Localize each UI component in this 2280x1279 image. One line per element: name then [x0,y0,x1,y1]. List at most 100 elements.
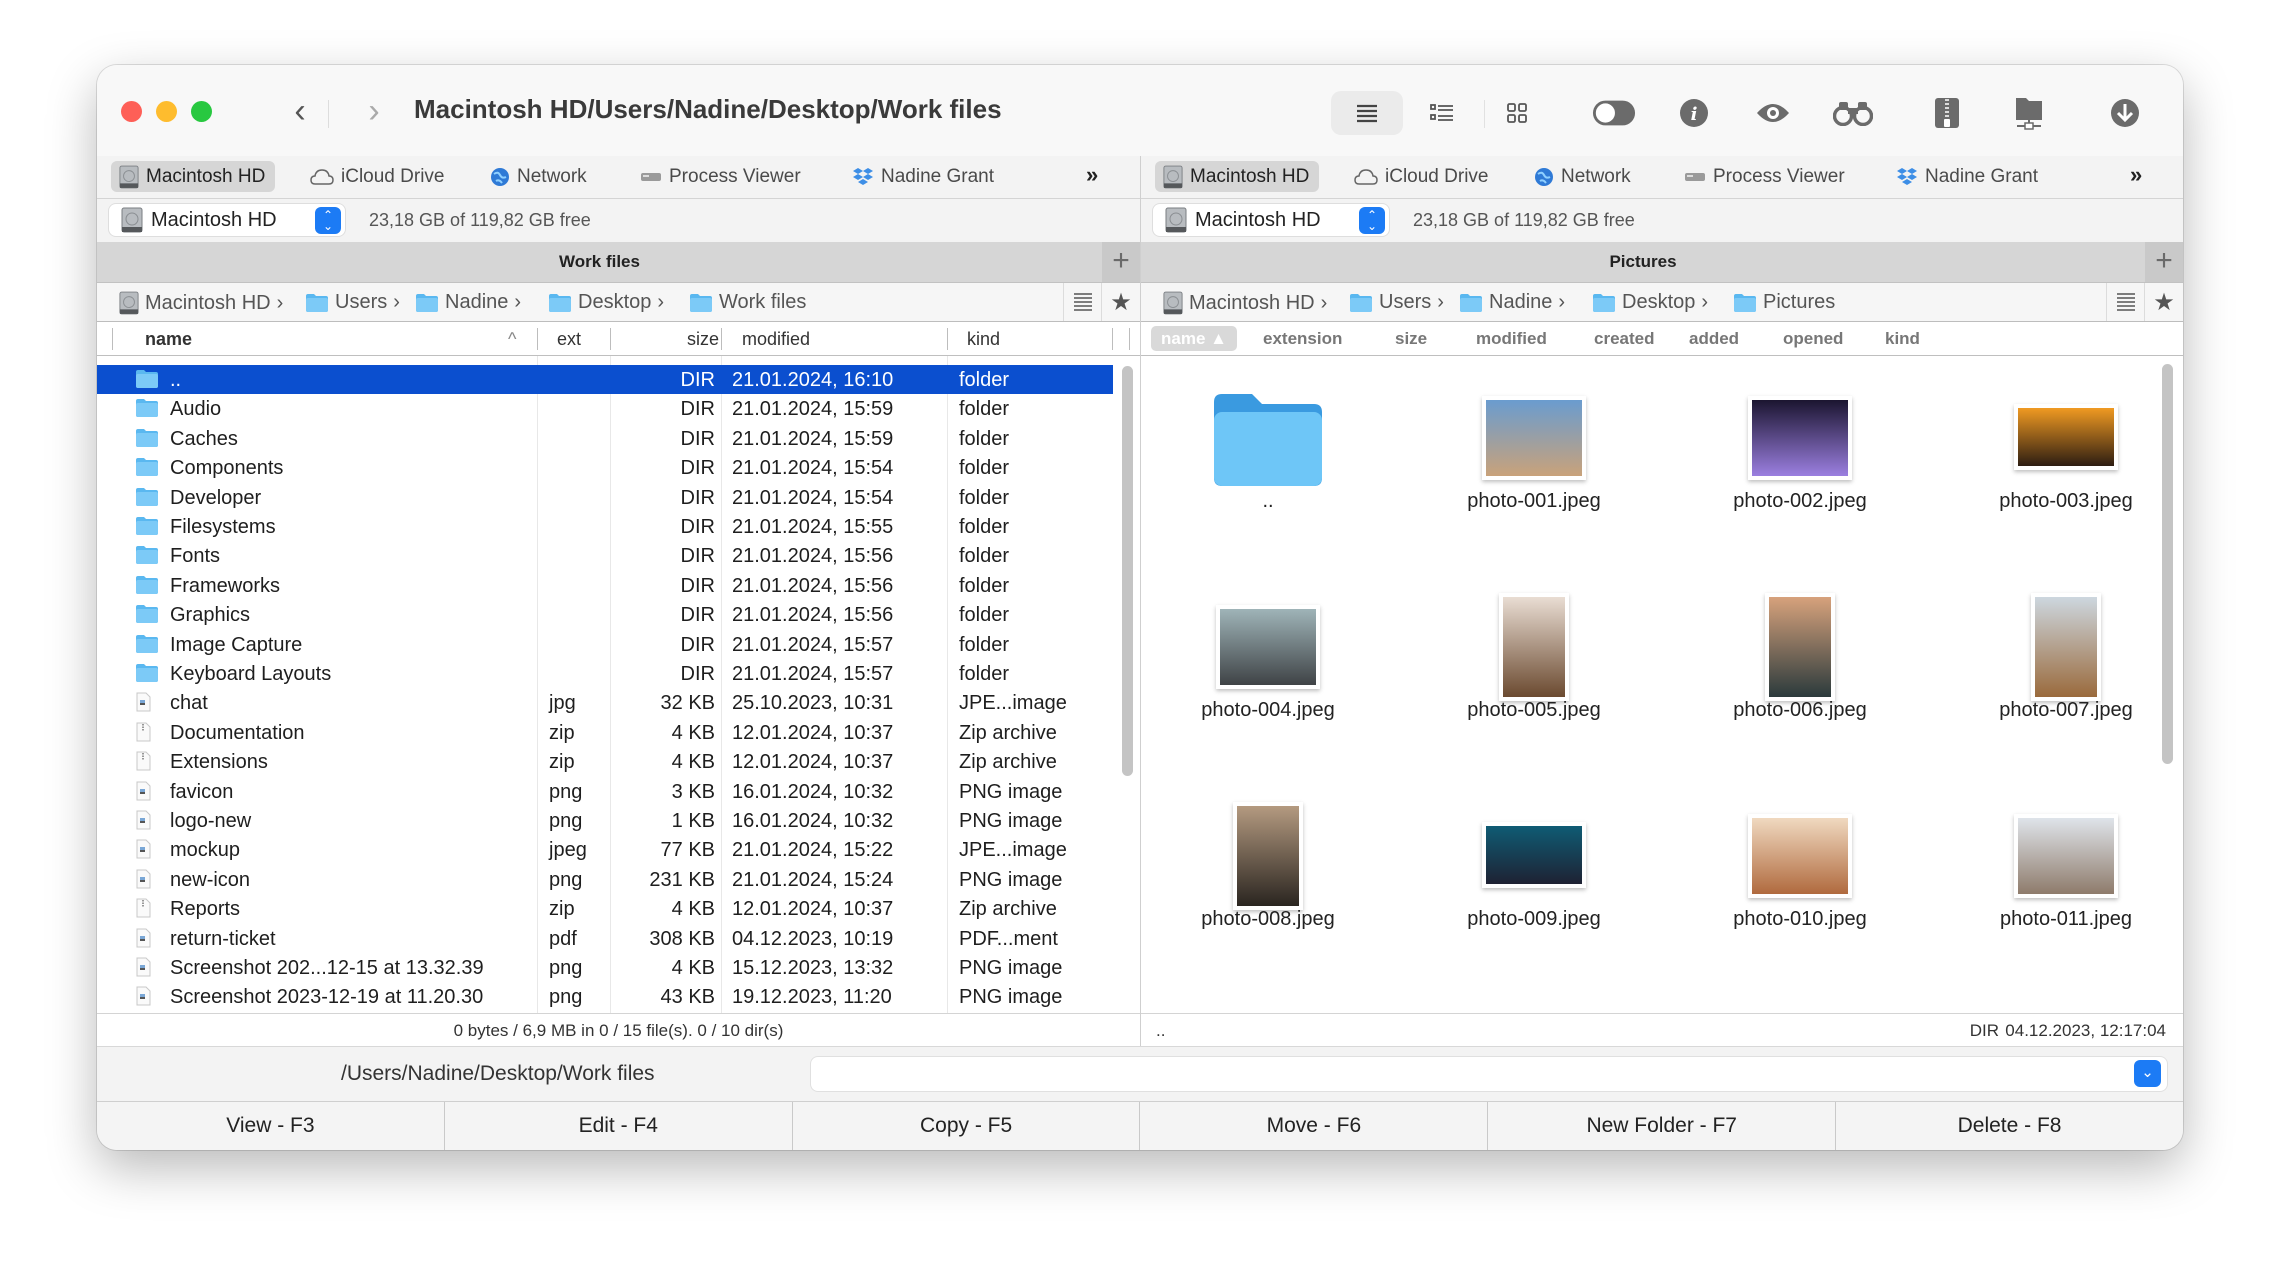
file-row[interactable]: Developer DIR 21.01.2024, 15:54 folder [97,483,1113,512]
breadcrumb-item[interactable]: Pictures [1733,291,1835,314]
column-name[interactable]: name [145,329,192,350]
panel-divider[interactable] [1140,156,1141,1046]
file-row[interactable]: logo-new png 1 KB 16.01.2024, 10:32 PNG imag… [97,806,1113,835]
file-row[interactable]: new-icon png 231 KB 21.01.2024, 15:24 PNG im… [97,865,1113,894]
add-tab-button[interactable]: + [2145,242,2183,282]
sort-column-added[interactable]: added [1689,329,1739,349]
file-row[interactable]: Fonts DIR 21.01.2024, 15:56 folder [97,541,1113,570]
history-button[interactable] [1063,283,1102,321]
more-tabs-button[interactable]: » [2130,162,2142,188]
fkey-new-folder-button[interactable]: New Folder - F7 [1488,1102,1837,1150]
drive-stepper[interactable]: ⌃ ⌄ [1359,207,1385,234]
favorite-tab-process-viewer[interactable]: Process Viewer [632,161,811,192]
sort-column-opened[interactable]: opened [1783,329,1843,349]
breadcrumb-item[interactable]: Macintosh HD › [1163,291,1327,315]
file-row[interactable]: Screenshot 202...12-15 at 13.32.39 png 4 K… [97,953,1113,982]
grid-view-button[interactable] [1495,91,1539,135]
breadcrumb-item[interactable]: Desktop › [548,291,664,314]
command-history-dropdown[interactable]: ⌄ [2134,1060,2161,1087]
history-button[interactable] [2106,283,2145,321]
file-row[interactable]: Frameworks DIR 21.01.2024, 15:56 folder [97,571,1113,600]
thumbnail-item[interactable]: photo-007.jpeg [1946,583,2183,783]
drive-stepper[interactable]: ⌃ ⌄ [315,207,341,234]
favorite-tab-nadine-grant[interactable]: Nadine Grant [1888,161,2048,192]
column-size[interactable]: size [687,329,719,350]
sort-column-size[interactable]: size [1395,329,1427,349]
connect-network-button[interactable] [2007,91,2051,135]
thumbnail-item[interactable]: photo-009.jpeg [1414,792,1654,992]
breadcrumb-item[interactable]: Macintosh HD › [119,291,283,315]
column-ext[interactable]: ext [557,329,581,350]
download-button[interactable] [2103,91,2147,135]
fkey-edit-button[interactable]: Edit - F4 [445,1102,793,1150]
favorite-button[interactable]: ★ [2144,283,2183,321]
file-row[interactable]: Documentation zip 4 KB 12.01.2024, 10:37 Zip… [97,718,1113,747]
thumbnail-item[interactable]: photo-006.jpeg [1680,583,1920,783]
thumbnail-item[interactable]: .. [1148,374,1388,574]
left-scrollbar[interactable] [1122,366,1133,776]
quick-look-button[interactable] [1751,91,1795,135]
file-row[interactable]: Extensions zip 4 KB 12.01.2024, 10:37 Zip ar… [97,747,1113,776]
favorite-tab-icloud-drive[interactable]: iCloud Drive [302,161,454,192]
favorite-tab-network[interactable]: Network [482,161,597,192]
command-input-field[interactable] [821,1062,2125,1088]
favorite-button[interactable]: ★ [1101,283,1140,321]
fkey-copy-button[interactable]: Copy - F5 [793,1102,1141,1150]
file-row[interactable]: Components DIR 21.01.2024, 15:54 folder [97,453,1113,482]
file-row[interactable]: Graphics DIR 21.01.2024, 15:56 folder [97,600,1113,629]
column-kind[interactable]: kind [967,329,1000,350]
breadcrumb-item[interactable]: Nadine › [1459,291,1565,314]
file-row[interactable]: Keyboard Layouts DIR 21.01.2024, 15:57 fold… [97,659,1113,688]
file-row[interactable]: Image Capture DIR 21.01.2024, 15:57 folder [97,630,1113,659]
search-button[interactable] [1831,91,1875,135]
close-window-button[interactable] [121,101,142,122]
favorite-tab-nadine-grant[interactable]: Nadine Grant [844,161,1004,192]
minimize-window-button[interactable] [156,101,177,122]
right-drive-selector[interactable]: Macintosh HD ⌃ ⌄ [1153,204,1389,236]
file-row[interactable]: Caches DIR 21.01.2024, 15:59 folder [97,424,1113,453]
thumbnail-item[interactable]: photo-004.jpeg [1148,583,1388,783]
info-button[interactable]: i [1672,91,1716,135]
breadcrumb-item[interactable]: Users › [305,291,400,314]
file-row[interactable]: return-ticket pdf 308 KB 04.12.2023, 10:19 P… [97,924,1113,953]
file-row[interactable]: Screenshot 2023-12-19 at 11.20.30 png 43 K… [97,982,1113,1011]
sort-column-extension[interactable]: extension [1263,329,1342,349]
thumbnail-item[interactable]: photo-011.jpeg [1946,792,2183,992]
sort-column-modified[interactable]: modified [1476,329,1547,349]
file-row[interactable]: Audio DIR 21.01.2024, 15:59 folder [97,394,1113,423]
file-row[interactable]: chat jpg 32 KB 25.10.2023, 10:31 JPE...image [97,688,1113,717]
thumbnail-item[interactable]: photo-008.jpeg [1148,792,1388,992]
toggle-hidden-button[interactable] [1592,91,1636,135]
file-row[interactable]: Filesystems DIR 21.01.2024, 15:55 folder [97,512,1113,541]
favorite-tab-process-viewer[interactable]: Process Viewer [1676,161,1855,192]
more-tabs-button[interactable]: » [1086,162,1098,188]
favorite-tab-icloud-drive[interactable]: iCloud Drive [1346,161,1498,192]
detail-list-button[interactable] [1420,91,1464,135]
favorite-tab-macintosh-hd[interactable]: Macintosh HD [1155,161,1320,192]
sort-column-kind[interactable]: kind [1885,329,1920,349]
forward-button[interactable]: › [359,91,389,131]
fkey-view-button[interactable]: View - F3 [97,1102,445,1150]
command-input[interactable]: ⌄ [811,1057,2167,1091]
breadcrumb-item[interactable]: Nadine › [415,291,521,314]
thumbnail-item[interactable]: photo-001.jpeg [1414,374,1654,574]
zoom-window-button[interactable] [191,101,212,122]
list-view-button[interactable] [1331,91,1403,135]
sort-column-name[interactable]: name ▲ [1151,326,1237,351]
archive-button[interactable] [1925,91,1969,135]
breadcrumb-item[interactable]: Work files [689,291,806,314]
thumbnail-item[interactable]: photo-005.jpeg [1414,583,1654,783]
column-modified[interactable]: modified [742,329,810,350]
file-row[interactable]: favicon png 3 KB 16.01.2024, 10:32 PNG image [97,777,1113,806]
breadcrumb-item[interactable]: Desktop › [1592,291,1708,314]
back-button[interactable]: ‹ [285,91,315,131]
file-row[interactable]: .. DIR 21.01.2024, 16:10 folder [97,365,1113,395]
thumbnail-item[interactable]: photo-003.jpeg [1946,374,2183,574]
file-row[interactable]: mockup jpeg 77 KB 21.01.2024, 15:22 JPE...im… [97,835,1113,864]
breadcrumb-item[interactable]: Users › [1349,291,1444,314]
favorite-tab-macintosh-hd[interactable]: Macintosh HD [111,161,276,192]
fkey-delete-button[interactable]: Delete - F8 [1836,1102,2183,1150]
sort-column-created[interactable]: created [1594,329,1654,349]
thumbnail-item[interactable]: photo-010.jpeg [1680,792,1920,992]
favorite-tab-network[interactable]: Network [1526,161,1641,192]
